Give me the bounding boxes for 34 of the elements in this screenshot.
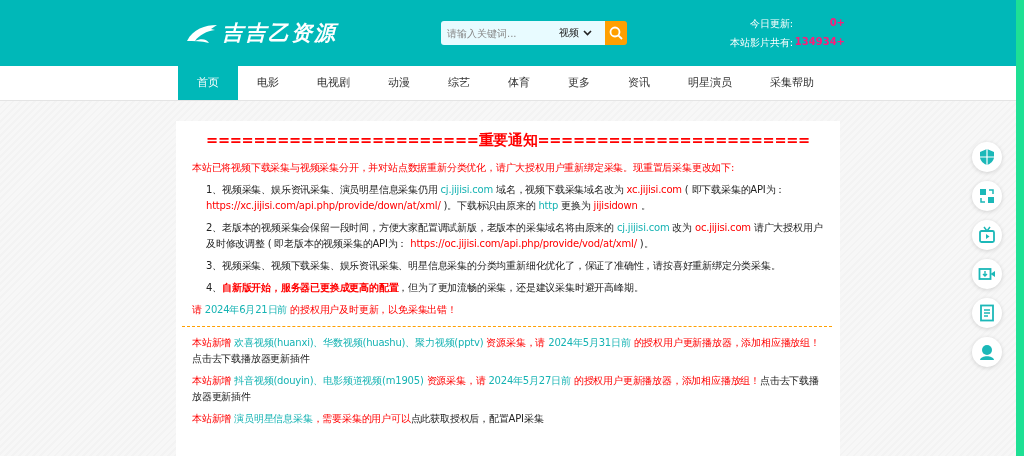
nav-tab[interactable]: 电影 [238, 66, 298, 100]
document-icon[interactable] [972, 298, 1002, 328]
nav-tab[interactable]: 更多 [549, 66, 609, 100]
search-field[interactable]: 请输入关键词... [441, 21, 559, 45]
nav-tab[interactable]: 明星演员 [669, 66, 751, 100]
nav-tab[interactable]: 综艺 [429, 66, 489, 100]
search-button[interactable] [605, 21, 627, 45]
shield-icon[interactable] [972, 142, 1002, 172]
notice-paragraph: 请 2024年6月21日前 的授权用户及时更新，以免采集出错！ [192, 303, 458, 317]
news-paragraph: 本站新增 欢喜视频(huanxi)、华数视频(huashu)、聚力视频(pptv) 资源采集，请 2024年5月31日前 的授权用户更新播放器，添加相应播放组！ 点击去下载播放器更新插件 [192, 336, 821, 366]
category-select[interactable]: 视频 [559, 21, 605, 45]
notice-paragraph: 4、自新版开始，服务器已更换成更高的配置，但为了更加流畅的采集，还是建议采集时避开高峰期。 [206, 281, 645, 295]
person-icon[interactable] [972, 337, 1002, 367]
caret-icon [583, 30, 592, 36]
nav-tab[interactable]: 体育 [489, 66, 549, 100]
stat-label: 本站影片共有: [729, 35, 793, 50]
nav-tab[interactable]: 资讯 [609, 66, 669, 100]
notice-title: =======================重要通知======================= [205, 131, 811, 150]
stat-value: 0+ [828, 16, 845, 30]
notice-paragraph: 3、视频采集、视频下载采集、娱乐资讯采集、明星信息采集的分类均重新细化优化了，保证了准确性，请按喜好重新绑定分类采集。 [206, 259, 782, 273]
news-paragraph: 本站新增 抖音视频(douyin)、电影频道视频(m1905) 资源采集，请 2024年5月27日前 的授权用户更新播放器，添加相应播放组！点击去下载播放器更新插件 [192, 374, 820, 404]
news-paragraph: 本站新增 演员明星信息采集，需要采集的用户可以点此获取授权后，配置API采集 [192, 412, 545, 426]
nav-tab[interactable]: 动漫 [369, 66, 429, 100]
stat-value: 134934+ [793, 35, 845, 49]
notice-paragraph: 2、老版本的视频采集会保留一段时间，方便大家配置调试新版，老版本的采集域名将由原来的 cj.jijisi.com 改为 oc.jijisi.com 请广大授权用户及时修改调整 ( 即老版本的视频采集的API为： https://oc.jijisi.com/api.php/provide/vod/at/xml/ )。 [206, 221, 824, 251]
nav-tab[interactable]: 采集帮助 [751, 66, 833, 100]
stat-label: 今日更新: [749, 16, 793, 31]
tv-icon[interactable] [972, 220, 1002, 250]
video-camera-icon[interactable] [972, 259, 1002, 289]
text-convert-icon[interactable] [972, 181, 1002, 211]
notice-paragraph: 1、视频采集、娱乐资讯采集、演员明星信息采集仍用 cj.jijisi.com 域名，视频下载采集域名改为 xc.jijisi.com ( 即下载采集的API为： https://xc.jijisi.com/api.php/provide/down/at/xml/ )。下载标识由原来的 http 更换为 jijisidown 。 [206, 183, 787, 213]
nav-tab[interactable]: 电视剧 [298, 66, 369, 100]
notice-paragraph: 本站已将视频下载采集与视频采集分开，并对站点数据重新分类优化，请广大授权用户重新绑定采集。现重置后采集更改如下: [192, 161, 736, 175]
search-icon [609, 26, 623, 40]
